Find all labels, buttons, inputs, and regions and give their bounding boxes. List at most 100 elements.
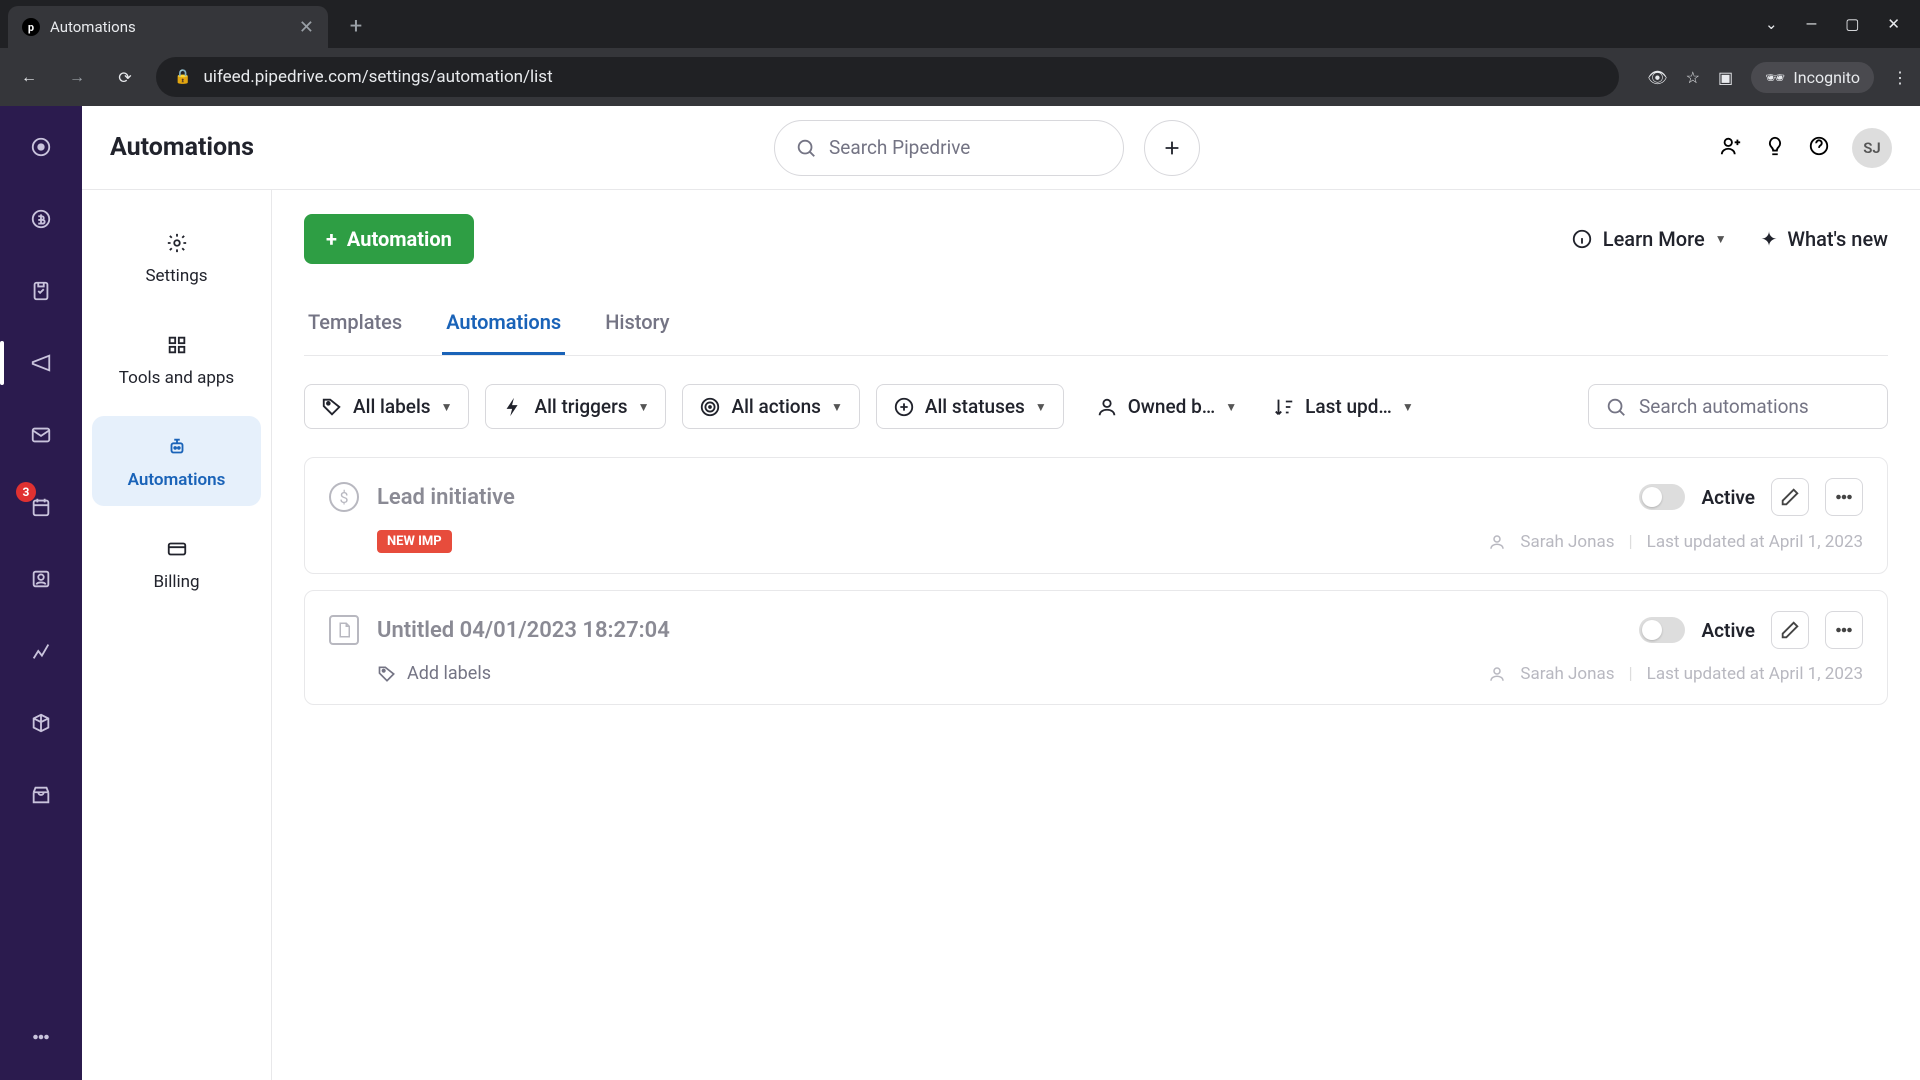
avatar[interactable]: SJ xyxy=(1852,128,1892,168)
help-icon[interactable] xyxy=(1808,135,1830,161)
bulb-icon[interactable] xyxy=(1764,135,1786,161)
learn-more-link[interactable]: Learn More ▼ xyxy=(1571,227,1727,251)
global-search[interactable]: Search Pipedrive xyxy=(774,120,1124,176)
rail-home-icon[interactable] xyxy=(22,128,60,166)
rail-insights-icon[interactable] xyxy=(22,632,60,670)
filter-actions[interactable]: All actions ▼ xyxy=(682,384,859,429)
filter-owner[interactable]: Owned b… ▼ xyxy=(1080,385,1253,428)
automation-card[interactable]: $ Lead initiative Active NEW IMP xyxy=(304,457,1888,574)
tabs: Templates Automations History xyxy=(304,310,1888,356)
minimize-icon[interactable]: — xyxy=(1806,15,1818,33)
owner-name: Sarah Jonas xyxy=(1520,664,1614,684)
whats-new-link[interactable]: ✦ What's new xyxy=(1761,227,1888,251)
rail-activities-icon[interactable] xyxy=(22,272,60,310)
eye-off-icon[interactable]: 👁 xyxy=(1647,68,1667,87)
tab-automations[interactable]: Automations xyxy=(442,310,565,355)
chevron-down-icon: ▼ xyxy=(1715,232,1727,246)
back-button[interactable]: ← xyxy=(12,60,46,94)
updated-text: Last updated at April 1, 2023 xyxy=(1647,664,1863,684)
tab-templates[interactable]: Templates xyxy=(304,310,406,355)
add-button[interactable] xyxy=(1144,120,1200,176)
bolt-icon xyxy=(502,396,524,418)
close-tab-icon[interactable]: ✕ xyxy=(299,17,314,38)
reload-button[interactable]: ⟳ xyxy=(108,60,142,94)
chevron-down-icon: ▼ xyxy=(1035,400,1047,414)
incognito-badge[interactable]: 🕶 Incognito xyxy=(1751,62,1874,93)
kebab-icon[interactable]: ⋮ xyxy=(1892,68,1908,87)
sidebar-label: Settings xyxy=(145,266,207,286)
tab-bar: p Automations ✕ + ⌄ — ▢ ✕ xyxy=(0,0,1920,48)
rail-contacts-icon[interactable] xyxy=(22,560,60,598)
active-toggle[interactable] xyxy=(1639,617,1685,643)
automation-title: Lead initiative xyxy=(377,485,515,510)
new-tab-button[interactable]: + xyxy=(338,8,374,44)
rail-mail-icon[interactable] xyxy=(22,416,60,454)
edit-button[interactable] xyxy=(1771,478,1809,516)
sparkle-icon: ✦ xyxy=(1761,227,1778,251)
sidebar-item-tools[interactable]: Tools and apps xyxy=(92,314,261,404)
user-icon xyxy=(1488,533,1506,551)
user-icon xyxy=(1096,396,1118,418)
edit-button[interactable] xyxy=(1771,611,1809,649)
sidebar-item-automations[interactable]: Automations xyxy=(92,416,261,506)
chevron-down-icon[interactable]: ⌄ xyxy=(1765,15,1778,33)
dollar-icon: $ xyxy=(329,482,359,512)
maximize-icon[interactable]: ▢ xyxy=(1845,15,1859,33)
window-controls: ⌄ — ▢ ✕ xyxy=(1765,15,1920,33)
owner-name: Sarah Jonas xyxy=(1520,532,1614,552)
browser-tab[interactable]: p Automations ✕ xyxy=(8,6,328,48)
new-automation-button[interactable]: + Automation xyxy=(304,214,474,264)
main: + Automation Learn More ▼ ✦ What's new xyxy=(272,190,1920,1080)
sidebar-item-settings[interactable]: Settings xyxy=(92,212,261,302)
app: 3 Automations Search Pipedrive SJ xyxy=(0,106,1920,1080)
forward-button[interactable]: → xyxy=(60,60,94,94)
status-label: Active xyxy=(1701,619,1755,642)
panel-icon[interactable]: ▣ xyxy=(1718,68,1733,87)
filter-triggers[interactable]: All triggers ▼ xyxy=(485,384,666,429)
robot-icon xyxy=(162,432,192,462)
invite-icon[interactable] xyxy=(1720,135,1742,161)
url-input[interactable]: 🔒 uifeed.pipedrive.com/settings/automati… xyxy=(156,57,1619,97)
address-bar: ← → ⟳ 🔒 uifeed.pipedrive.com/settings/au… xyxy=(0,48,1920,106)
more-button[interactable] xyxy=(1825,478,1863,516)
filter-statuses[interactable]: All statuses ▼ xyxy=(876,384,1064,429)
card-icon xyxy=(162,534,192,564)
rail-products-icon[interactable] xyxy=(22,704,60,742)
active-toggle[interactable] xyxy=(1639,484,1685,510)
chevron-down-icon: ▼ xyxy=(831,400,843,414)
chevron-down-icon: ▼ xyxy=(441,400,453,414)
content: Automations Search Pipedrive SJ Settings xyxy=(82,106,1920,1080)
close-window-icon[interactable]: ✕ xyxy=(1887,15,1900,33)
automation-card[interactable]: Untitled 04/01/2023 18:27:04 Active xyxy=(304,590,1888,705)
filter-labels[interactable]: All labels ▼ xyxy=(304,384,469,429)
body: Settings Tools and apps Automations Bill… xyxy=(82,190,1920,1080)
search-placeholder: Search automations xyxy=(1639,395,1809,418)
search-automations-input[interactable]: Search automations xyxy=(1588,384,1888,429)
rail-deals-icon[interactable] xyxy=(22,200,60,238)
automation-tag: NEW IMP xyxy=(377,530,452,553)
rail-campaigns-icon[interactable] xyxy=(22,344,60,382)
plus-icon: + xyxy=(326,227,337,251)
tab-history[interactable]: History xyxy=(601,310,673,355)
info-icon xyxy=(1571,228,1593,250)
status-icon xyxy=(893,396,915,418)
add-labels-button[interactable]: Add labels xyxy=(377,663,491,684)
topbar: Automations Search Pipedrive SJ xyxy=(82,106,1920,190)
sort-dropdown[interactable]: Last upd… ▼ xyxy=(1273,395,1414,418)
rail-more-icon[interactable] xyxy=(22,1018,60,1056)
incognito-label: Incognito xyxy=(1793,68,1860,87)
search-placeholder: Search Pipedrive xyxy=(829,136,970,159)
sort-icon xyxy=(1273,396,1295,418)
nav-rail: 3 xyxy=(0,106,82,1080)
sidebar-label: Billing xyxy=(153,572,199,592)
browser-chrome: p Automations ✕ + ⌄ — ▢ ✕ ← → ⟳ 🔒 uifeed… xyxy=(0,0,1920,106)
more-button[interactable] xyxy=(1825,611,1863,649)
file-icon xyxy=(329,615,359,645)
chevron-down-icon: ▼ xyxy=(1402,400,1414,414)
rail-calendar-icon[interactable]: 3 xyxy=(22,488,60,526)
star-icon[interactable]: ☆ xyxy=(1686,68,1700,87)
sidebar-label: Tools and apps xyxy=(119,368,234,388)
rail-marketplace-icon[interactable] xyxy=(22,776,60,814)
sidebar-item-billing[interactable]: Billing xyxy=(92,518,261,608)
lock-icon: 🔒 xyxy=(174,69,191,85)
